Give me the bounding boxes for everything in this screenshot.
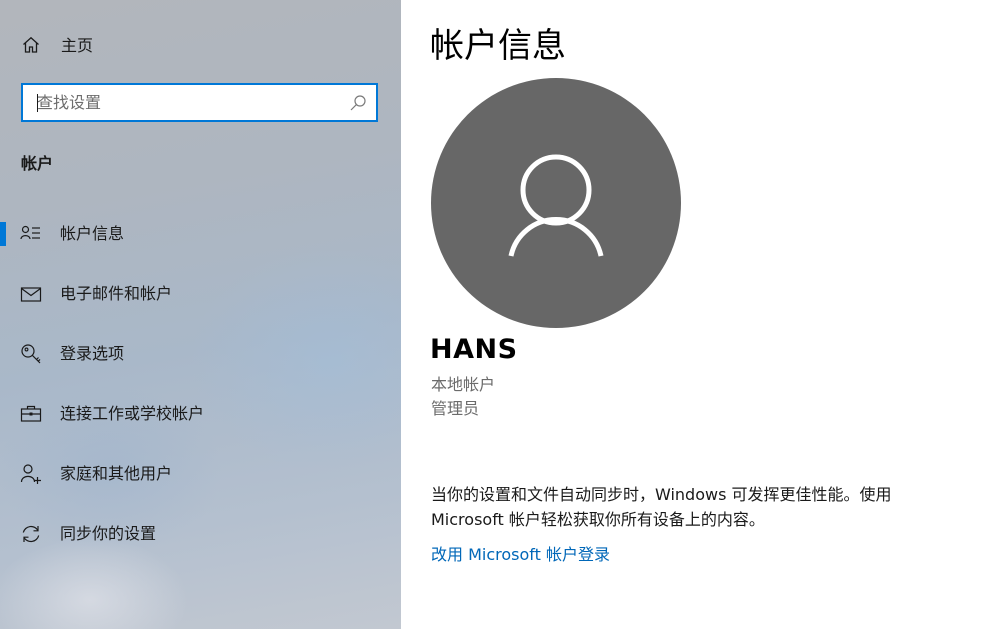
key-icon	[21, 344, 41, 364]
home-icon	[23, 36, 39, 53]
main-content: 帐户信息 HANS 本地帐户 管理员 当你的设置和文件自动同步时，Windows…	[401, 0, 990, 629]
page-title: 帐户信息	[430, 26, 566, 66]
sidebar-nav: 帐户信息 电子邮件和帐户 登录选项 连接工作或学校帐户 家庭和其他用户 同步你的…	[0, 204, 401, 564]
user-name: HANS	[430, 334, 518, 365]
sidebar-item-label: 家庭和其他用户	[60, 464, 173, 483]
search-box[interactable]	[21, 83, 378, 122]
sidebar-item-family-users[interactable]: 家庭和其他用户	[0, 444, 401, 504]
sidebar-item-account-info[interactable]: 帐户信息	[0, 204, 401, 264]
sidebar-item-label: 电子邮件和帐户	[60, 284, 173, 303]
microsoft-signin-link[interactable]: 改用 Microsoft 帐户登录	[431, 541, 610, 565]
sync-icon	[22, 525, 40, 543]
user-icon	[508, 154, 604, 257]
sync-info-text: 当你的设置和文件自动同步时，Windows 可发挥更佳性能。使用 Microso…	[431, 485, 892, 529]
text-cursor	[37, 94, 38, 112]
sidebar-item-label: 连接工作或学校帐户	[60, 404, 205, 423]
sidebar-item-sign-in-options[interactable]: 登录选项	[0, 324, 401, 384]
search-icon[interactable]	[349, 94, 367, 112]
settings-window: 主页 帐户 帐户信息	[0, 0, 990, 629]
sidebar-item-label: 帐户信息	[60, 224, 125, 243]
home-label: 主页	[61, 36, 94, 55]
search-input[interactable]	[23, 85, 357, 120]
home-button[interactable]: 主页	[0, 24, 401, 64]
selection-indicator	[0, 222, 6, 246]
briefcase-icon	[20, 405, 42, 422]
account-info-icon	[20, 225, 40, 240]
sidebar-item-sync-settings[interactable]: 同步你的设置	[0, 504, 401, 564]
sidebar-item-work-school[interactable]: 连接工作或学校帐户	[0, 384, 401, 444]
account-type: 本地帐户	[431, 375, 496, 394]
avatar	[431, 78, 681, 328]
sidebar-item-label: 同步你的设置	[60, 524, 157, 543]
add-person-icon	[20, 464, 41, 484]
sidebar-item-label: 登录选项	[60, 344, 125, 363]
mail-icon	[20, 287, 42, 302]
sidebar: 主页 帐户 帐户信息	[0, 0, 401, 629]
account-role: 管理员	[431, 399, 480, 418]
section-title: 帐户	[21, 154, 54, 173]
sidebar-item-email-accounts[interactable]: 电子邮件和帐户	[0, 264, 401, 324]
